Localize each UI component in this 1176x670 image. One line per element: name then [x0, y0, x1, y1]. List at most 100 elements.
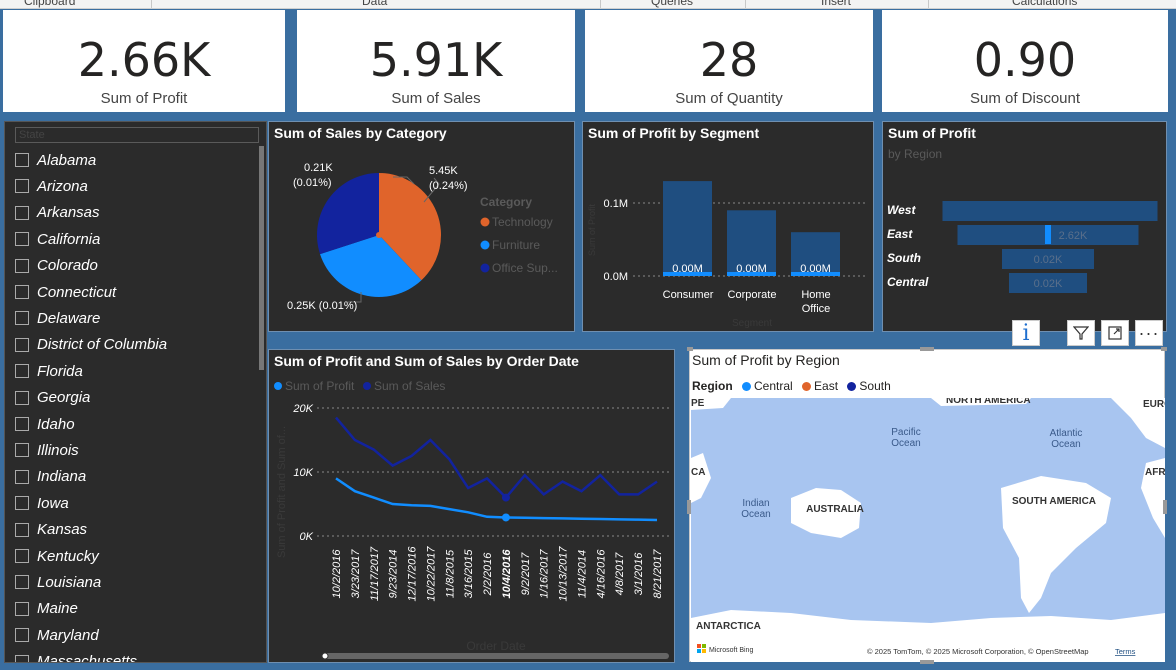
profit-line-marker[interactable] — [501, 513, 510, 522]
checkbox[interactable] — [15, 522, 29, 537]
slicer-item[interactable]: Iowa — [15, 494, 69, 512]
line-legend-profit[interactable]: Sum of Profit — [285, 379, 355, 393]
resize-handle[interactable] — [687, 347, 693, 351]
profit-sales-by-date-visual[interactable]: Sum of Profit and Sum of Sales by Order … — [268, 349, 675, 663]
slicer-item[interactable]: Louisiana — [15, 573, 101, 591]
slicer-item-label: Maine — [37, 600, 78, 618]
slicer-item[interactable]: Massachusetts — [15, 653, 137, 662]
map-legend-south[interactable]: South — [859, 379, 890, 393]
slicer-item[interactable]: Kentucky — [15, 547, 99, 565]
kpi-card-discount[interactable]: 0.90 Sum of Discount — [882, 10, 1168, 112]
info-icon[interactable]: i — [1012, 320, 1040, 346]
slicer-scrollbar[interactable] — [259, 146, 264, 370]
state-slicer[interactable]: State Alabama Arizona Arkansas California Co… — [4, 121, 267, 663]
checkbox[interactable] — [15, 258, 29, 273]
checkbox[interactable] — [15, 179, 29, 194]
map-attribution[interactable]: © 2025 TomTom, © 2025 Microsoft Corporat… — [867, 647, 1089, 656]
pie-label-technology: 5.45K — [429, 165, 458, 177]
slicer-search-field[interactable]: State — [15, 127, 259, 143]
checkbox[interactable] — [15, 469, 29, 484]
slicer-item[interactable]: Delaware — [15, 309, 100, 327]
sales-line-marker[interactable] — [501, 493, 510, 502]
checkbox[interactable] — [15, 496, 29, 511]
map-legend-central[interactable]: Central — [754, 379, 793, 393]
checkbox[interactable] — [15, 232, 29, 247]
resize-handle[interactable] — [1163, 500, 1167, 514]
slicer-item[interactable]: Maryland — [15, 626, 99, 644]
funnel-data-label: 0.02K — [1034, 278, 1063, 290]
y-axis-label: Sum of Profit and Sum of... — [276, 426, 288, 558]
kpi-card-quantity[interactable]: 28 Sum of Quantity — [585, 10, 873, 112]
slicer-item[interactable]: Florida — [15, 362, 83, 380]
slicer-item[interactable]: District of Columbia — [15, 336, 167, 354]
map-canvas[interactable]: NORTH AMERICA EURO Pacific Ocean Atlanti… — [691, 398, 1165, 662]
slicer-item[interactable]: California — [15, 230, 100, 248]
more-options-icon[interactable]: ··· — [1135, 320, 1163, 346]
profit-by-region-bar-visual[interactable]: Sum of Profit by Region West East South … — [882, 121, 1167, 332]
map-terms-link[interactable]: Terms — [1115, 647, 1136, 656]
slicer-item[interactable]: Alabama — [15, 151, 96, 169]
map-legend-east[interactable]: East — [814, 379, 838, 393]
ribbon-group-queries[interactable]: Queries — [651, 0, 693, 8]
funnel-bar[interactable] — [942, 201, 1158, 221]
slicer-item[interactable]: Maine — [15, 600, 78, 618]
ribbon-group-insert[interactable]: Insert — [821, 0, 851, 8]
checkbox[interactable] — [15, 337, 29, 352]
checkbox[interactable] — [15, 364, 29, 379]
map-label: Indian — [742, 498, 769, 509]
kpi-card-profit[interactable]: 2.66K Sum of Profit — [3, 10, 285, 112]
map-label: ANTARCTICA — [696, 621, 761, 632]
profit-by-region-map[interactable]: Sum of Profit by Region Region Central E… — [687, 347, 1167, 664]
x-tick: 12/17/2016 — [407, 546, 419, 602]
kpi-card-sales[interactable]: 5.91K Sum of Sales — [297, 10, 575, 112]
ribbon-group-data[interactable]: Data — [362, 0, 387, 8]
checkbox[interactable] — [15, 575, 29, 590]
resize-handle[interactable] — [920, 347, 934, 351]
x-tick: 10/4/2016 — [501, 549, 513, 599]
slicer-item[interactable]: Arizona — [15, 177, 88, 195]
focus-mode-icon[interactable] — [1101, 320, 1129, 346]
checkbox[interactable] — [15, 549, 29, 563]
kpi-value: 28 — [699, 33, 759, 87]
checkbox[interactable] — [15, 654, 29, 662]
pie-legend-furniture[interactable]: Furniture — [492, 238, 540, 252]
sales-by-category-visual[interactable]: Sum of Sales by Category 5.45K (0.24%) 0… — [268, 121, 575, 332]
filter-icon[interactable] — [1067, 320, 1095, 346]
slicer-item[interactable]: Colorado — [15, 257, 98, 275]
legend-dot-furniture — [480, 240, 490, 250]
map-label: Pacific — [891, 427, 920, 438]
ribbon-group-clipboard[interactable]: Clipboard — [24, 0, 75, 8]
checkbox[interactable] — [15, 153, 29, 167]
ribbon-group-calculations[interactable]: Calculations — [1012, 0, 1077, 8]
pie-legend-technology[interactable]: Technology — [492, 215, 553, 229]
checkbox[interactable] — [15, 443, 29, 458]
slicer-item[interactable]: Kansas — [15, 521, 87, 539]
pie-legend-office[interactable]: Office Sup... — [492, 261, 558, 275]
slicer-item[interactable]: Georgia — [15, 389, 90, 407]
y-tick: 0.0M — [604, 271, 628, 283]
slicer-item[interactable]: Connecticut — [15, 283, 116, 301]
checkbox[interactable] — [15, 285, 29, 299]
resize-handle[interactable] — [1161, 347, 1167, 351]
profit-by-segment-visual[interactable]: Sum of Profit by Segment 0.1M 0.0M Sum o… — [582, 121, 874, 332]
checkbox[interactable] — [15, 417, 29, 431]
x-tick: 10/2/2016 — [331, 549, 343, 599]
map-label: Ocean — [741, 509, 770, 520]
slicer-item-label: Arizona — [37, 177, 88, 195]
slicer-item[interactable]: Idaho — [15, 415, 75, 433]
line-legend-sales[interactable]: Sum of Sales — [374, 379, 445, 393]
resize-handle[interactable] — [920, 660, 934, 664]
sales-line[interactable] — [335, 416, 658, 500]
horizontal-scrollbar[interactable] — [324, 653, 669, 659]
checkbox[interactable] — [15, 205, 29, 220]
slicer-item[interactable]: Illinois — [15, 441, 79, 459]
checkbox[interactable] — [15, 390, 29, 405]
slicer-item[interactable]: Arkansas — [15, 204, 100, 222]
resize-handle[interactable] — [687, 500, 691, 514]
scrollbar-handle[interactable] — [321, 652, 329, 660]
checkbox[interactable] — [15, 311, 29, 326]
checkbox[interactable] — [15, 628, 29, 643]
checkbox[interactable] — [15, 601, 29, 616]
slicer-item[interactable]: Indiana — [15, 468, 86, 486]
segment-bar[interactable] — [663, 181, 712, 276]
